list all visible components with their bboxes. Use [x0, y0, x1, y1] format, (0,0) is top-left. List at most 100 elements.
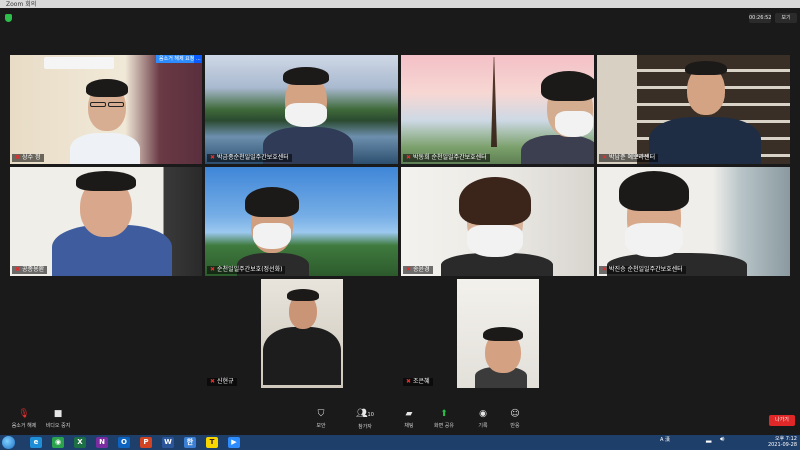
window-title-bar: Zoom 회의	[0, 0, 800, 8]
participant-name-label: ✖ 신현규	[207, 378, 237, 386]
participant-name: 상수 정	[22, 154, 41, 161]
participants-icon: 👥︎10	[356, 409, 374, 419]
windows-start-icon[interactable]	[2, 436, 15, 449]
record-label: 기록	[478, 423, 488, 429]
participant-name-label: ✖ 공종용환	[12, 266, 48, 274]
participant-name: 조은혜	[413, 378, 430, 385]
ie-icon[interactable]: e	[30, 437, 42, 448]
air-conditioner	[44, 57, 114, 69]
volume-icon[interactable]: 🔊︎	[720, 436, 724, 443]
participant-hair	[685, 61, 727, 75]
video-tile[interactable]: ✖ 조은혜	[401, 279, 594, 388]
word-icon[interactable]: W	[162, 437, 174, 448]
kakaotalk-icon[interactable]: T	[206, 437, 218, 448]
participant-name-label: ✖ 상수 정	[12, 154, 44, 162]
record-icon: ◉	[479, 409, 487, 419]
chrome-icon[interactable]: ◉	[52, 437, 64, 448]
muted-mic-icon: ✖	[406, 266, 412, 273]
muted-mic-icon: ✖	[406, 378, 412, 385]
stop-video-button[interactable]: ■ 비디오 중지	[42, 409, 74, 429]
powerpoint-icon[interactable]: P	[140, 437, 152, 448]
share-screen-button[interactable]: ⬆ 화면 공유	[430, 409, 458, 429]
video-tile[interactable]: ✖ 박동희 순천일일주간보호센터	[401, 55, 594, 164]
participant-name: 순천일일주간보호(정선화)	[217, 266, 283, 273]
more-options-button[interactable]: ...	[194, 55, 202, 63]
participants-button[interactable]: 👥︎10 참가자	[352, 409, 378, 430]
security-button[interactable]: ⛉ 보안	[310, 409, 332, 429]
network-icon[interactable]: ▂	[706, 436, 711, 443]
reactions-label: 반응	[510, 423, 520, 429]
zoom-icon[interactable]: ▶	[228, 437, 240, 448]
participant-name: 박동희 순천일일주간보호센터	[413, 154, 487, 161]
share-screen-icon: ⬆	[440, 409, 448, 419]
clock-date: 2021-09-28	[767, 442, 797, 448]
record-button[interactable]: ◉ 기록	[472, 409, 494, 429]
participant-hair	[459, 177, 531, 225]
view-button[interactable]: 보기	[775, 13, 797, 23]
muted-mic-icon: ✖	[602, 266, 608, 273]
video-tile[interactable]: ✖ 송윤경	[401, 167, 594, 276]
video-tile[interactable]: 음소거 해제 요청 ... ✖ 상수 정	[10, 55, 202, 164]
participant-hair	[619, 171, 689, 211]
participant-name: 박남준 예뽀라센터	[609, 154, 656, 161]
chat-bubble-icon: ▰	[405, 409, 413, 419]
face-mask	[253, 223, 291, 249]
muted-mic-icon: ✖	[602, 154, 608, 161]
video-tile[interactable]: ✖ 박진승 순천일일주간보호센터	[597, 167, 790, 276]
participant-name: 신현규	[217, 378, 234, 385]
video-tile[interactable]: ✖ 신현규	[205, 279, 398, 388]
participant-name-label: ✖ 박금종순천일일주간보호센터	[207, 154, 292, 162]
participant-name-label: ✖ 순천일일주간보호(정선화)	[207, 266, 286, 274]
unmute-label: 음소거 해제	[11, 423, 37, 429]
security-label: 보안	[316, 423, 326, 429]
face-mask	[467, 225, 523, 257]
participants-count: 10	[367, 412, 374, 418]
participant-name-label: ✖ 송윤경	[403, 266, 433, 274]
windows-taskbar: e ◉ X N O P W 한 T ▶ A 漢 ▂ 🔊︎ 오후 7:12 2021-09-28	[0, 435, 800, 450]
hangul-icon[interactable]: 한	[184, 437, 196, 448]
face-mask	[625, 223, 683, 257]
participant-body	[521, 135, 594, 164]
ime-indicator[interactable]: A 漢	[660, 438, 670, 443]
wall	[597, 55, 637, 164]
participant-name: 박금종순천일일주간보호센터	[217, 154, 289, 161]
system-clock[interactable]: 오후 7:12 2021-09-28	[757, 436, 797, 448]
chat-button[interactable]: ▰ 채팅	[398, 409, 420, 429]
participant-name: 송윤경	[413, 266, 430, 273]
onenote-icon[interactable]: N	[96, 437, 108, 448]
muted-mic-icon: ✖	[15, 266, 21, 273]
participant-hair	[541, 71, 594, 101]
muted-mic-icon: ✖	[210, 378, 216, 385]
unmute-request-badge[interactable]: 음소거 해제 요청	[156, 55, 198, 63]
participant-body	[263, 327, 341, 385]
leave-meeting-button[interactable]: 나가기	[769, 415, 795, 426]
shield-icon[interactable]	[5, 14, 12, 22]
participant-name-label: ✖ 조은혜	[403, 378, 433, 386]
muted-mic-icon: ✖	[406, 154, 412, 161]
unmute-button[interactable]: 🎙︎ 음소거 해제	[8, 409, 40, 429]
face-mask	[555, 111, 593, 137]
participant-name-label: ✖ 박동희 순천일일주간보호센터	[403, 154, 490, 162]
meeting-timer: 00:26:52	[749, 13, 772, 23]
face-mask	[285, 103, 327, 127]
participant-hair	[76, 171, 136, 191]
video-tile[interactable]: ✖ 순천일일주간보호(정선화)	[205, 167, 398, 276]
video-tile[interactable]: ✖ 박금종순천일일주간보호센터	[205, 55, 398, 164]
muted-mic-icon: ✖	[15, 154, 21, 161]
video-tile-active-speaker[interactable]: ✖ 박남준 예뽀라센터	[597, 55, 790, 164]
video-camera-icon: ■	[53, 409, 63, 419]
muted-mic-icon: ✖	[210, 154, 216, 161]
smiley-icon: ☺	[510, 409, 520, 419]
glasses	[90, 102, 106, 107]
participant-hair	[245, 187, 299, 217]
meeting-toolbar: 🎙︎ 음소거 해제 ■ 비디오 중지 ⛉ 보안 👥︎10 참가자 ▰ 채팅 ⬆ …	[0, 405, 800, 435]
participant-name-label: ✖ 박남준 예뽀라센터	[599, 154, 659, 162]
reactions-button[interactable]: ☺ 반응	[504, 409, 526, 429]
participant-name-label: ✖ 박진승 순천일일주간보호센터	[599, 266, 686, 274]
excel-icon[interactable]: X	[74, 437, 86, 448]
muted-mic-icon: ✖	[210, 266, 216, 273]
window-title: Zoom 회의	[6, 1, 37, 8]
outlook-icon[interactable]: O	[118, 437, 130, 448]
participants-label: 참가자	[358, 424, 372, 430]
video-tile[interactable]: ✖ 공종용환	[10, 167, 202, 276]
